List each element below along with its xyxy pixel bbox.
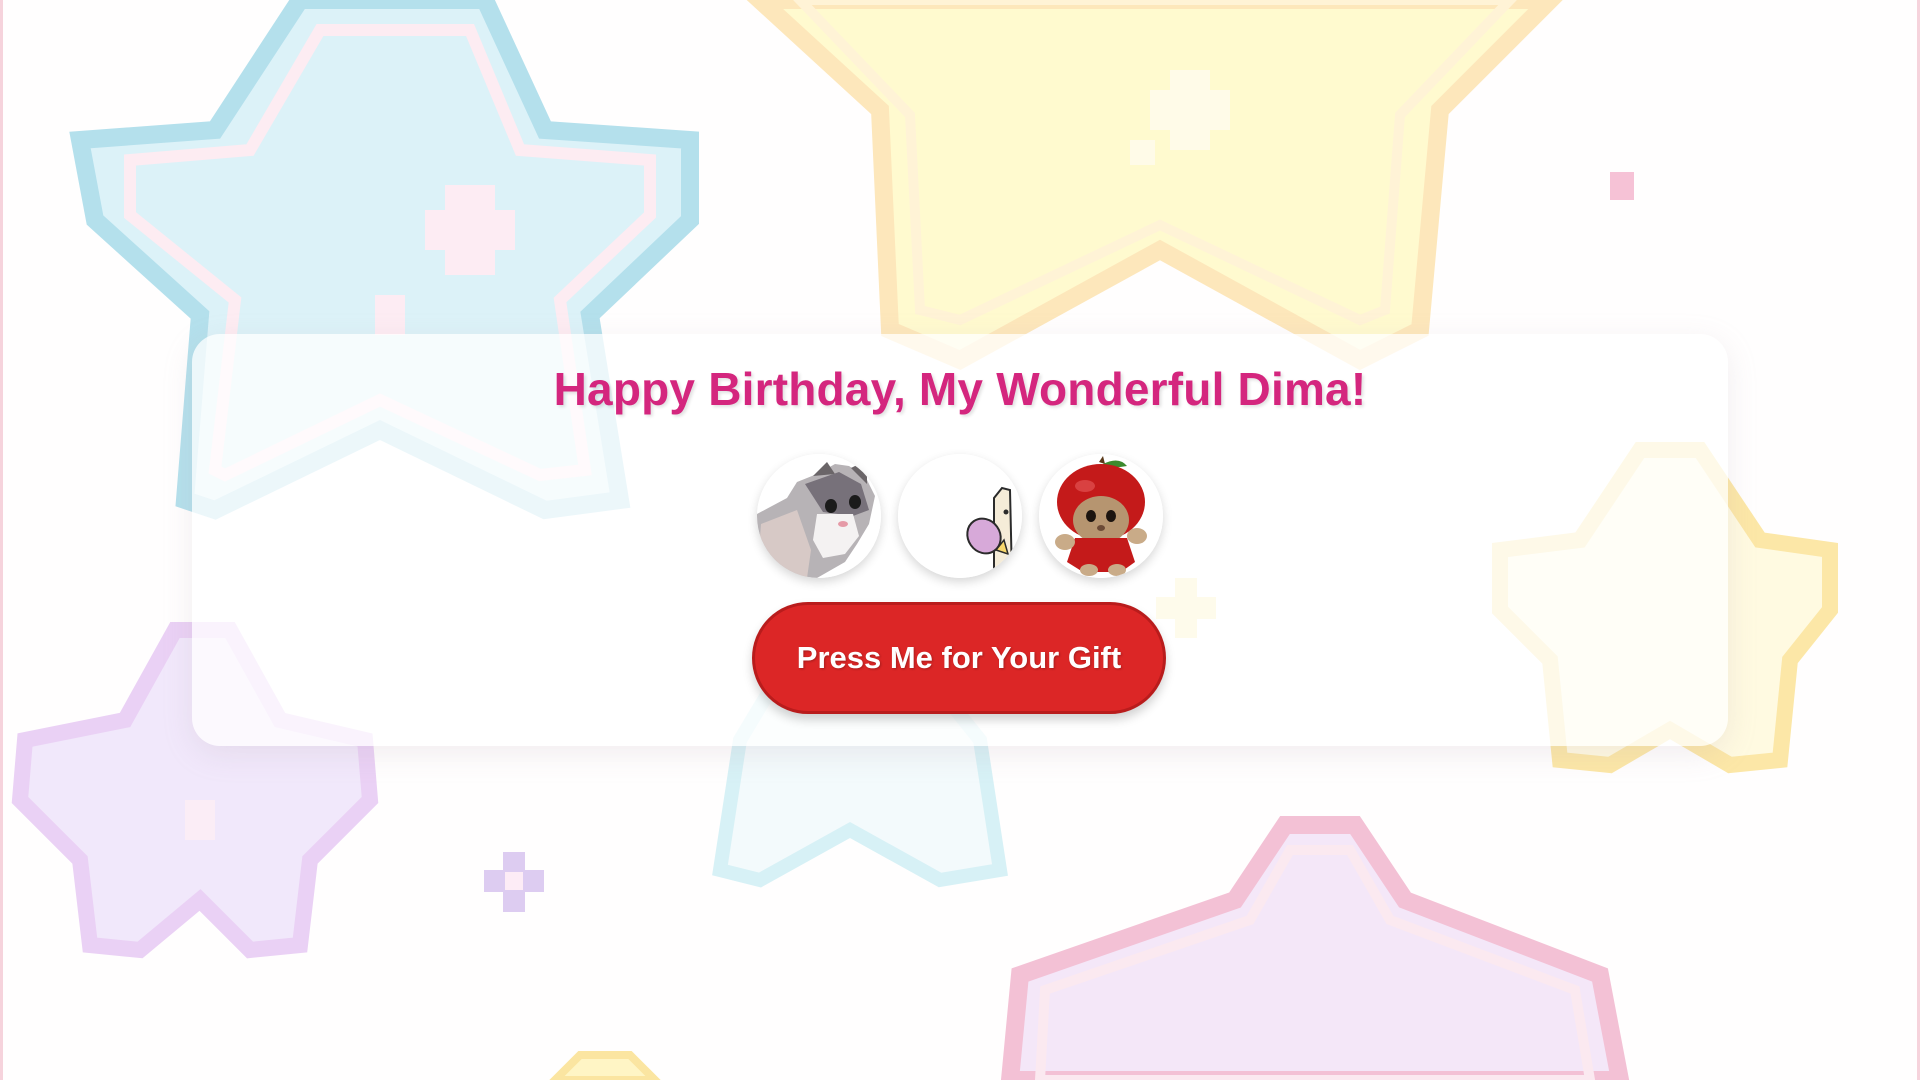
pink-sparkle-icon	[1610, 172, 1634, 200]
greeting-card: Happy Birthday, My Wonderful Dima! Press…	[192, 334, 1728, 746]
gift-button[interactable]: Press Me for Your Gift	[752, 602, 1166, 714]
gif-circle-1	[757, 454, 881, 578]
pink-star-icon	[1000, 816, 1630, 1080]
apple-hat-cat-icon	[1039, 454, 1163, 578]
gray-white-cat-icon	[757, 454, 881, 578]
gif-circle-2	[898, 454, 1022, 578]
gif-circle-3	[1039, 454, 1163, 578]
sliding-cartoon-cat-icon	[898, 454, 1022, 578]
birthday-page: Happy Birthday, My Wonderful Dima! Press…	[0, 0, 1920, 1080]
page-title: Happy Birthday, My Wonderful Dima!	[553, 363, 1367, 415]
cat-gif-row	[192, 454, 1728, 578]
yellow-star-icon	[746, 0, 1563, 371]
purple-sparkle-icon	[484, 852, 544, 912]
left-edge-line	[0, 0, 3, 1080]
